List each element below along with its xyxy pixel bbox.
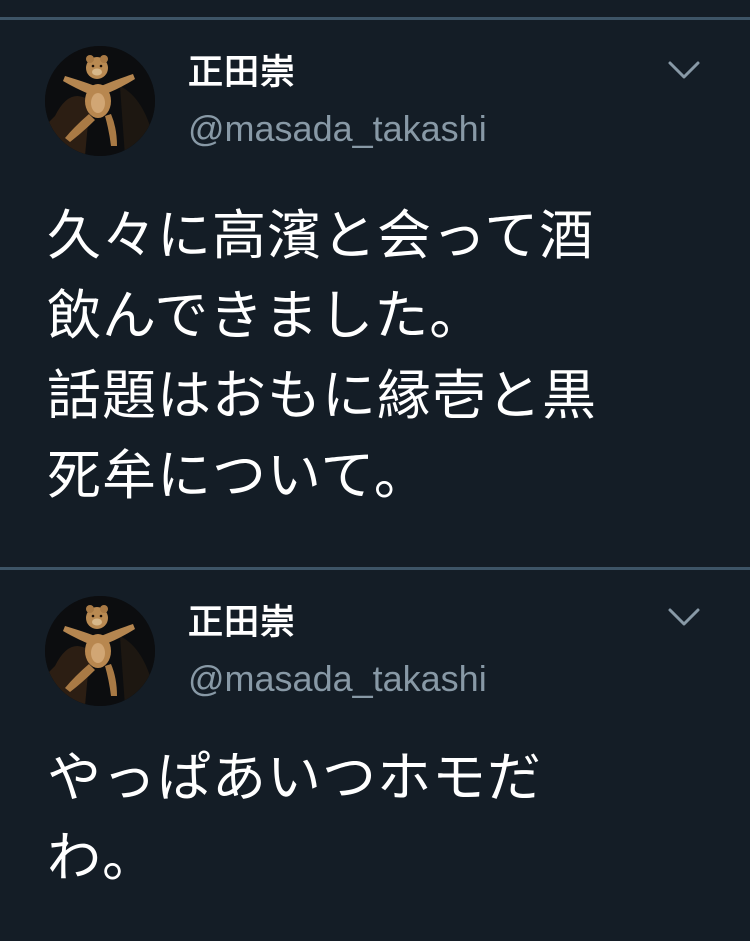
tweet-text-line: 死牟について。 xyxy=(47,444,429,507)
tweet-text-line: 飲んできました。 xyxy=(47,284,485,347)
tweet-divider xyxy=(0,567,750,570)
tweet-text: やっぱあいつホモだ わ。 xyxy=(47,738,727,898)
bear-avatar-icon xyxy=(45,596,155,706)
tweet-menu-button[interactable] xyxy=(664,56,704,86)
avatar[interactable] xyxy=(45,46,155,156)
display-name[interactable]: 正田崇 xyxy=(188,606,296,641)
tweet-menu-button[interactable] xyxy=(664,603,704,633)
top-divider xyxy=(0,17,750,20)
user-handle[interactable]: @masada_takashi xyxy=(188,661,487,697)
bear-avatar-icon xyxy=(45,46,155,156)
chevron-down-icon xyxy=(668,61,700,79)
tweet-text-line: わ。 xyxy=(47,826,157,889)
user-handle[interactable]: @masada_takashi xyxy=(188,111,487,147)
tweet-text: 久々に高濱と会って酒 飲んできました。 話題はおもに縁壱と黒 死牟について。 xyxy=(47,196,727,516)
tweet-text-line: 久々に高濱と会って酒 xyxy=(47,204,595,267)
tweet-text-line: やっぱあいつホモだ xyxy=(47,746,542,809)
tweet-text-line: 話題はおもに縁壱と黒 xyxy=(47,364,597,427)
display-name[interactable]: 正田崇 xyxy=(188,56,296,91)
chevron-down-icon xyxy=(668,608,700,626)
avatar[interactable] xyxy=(45,596,155,706)
